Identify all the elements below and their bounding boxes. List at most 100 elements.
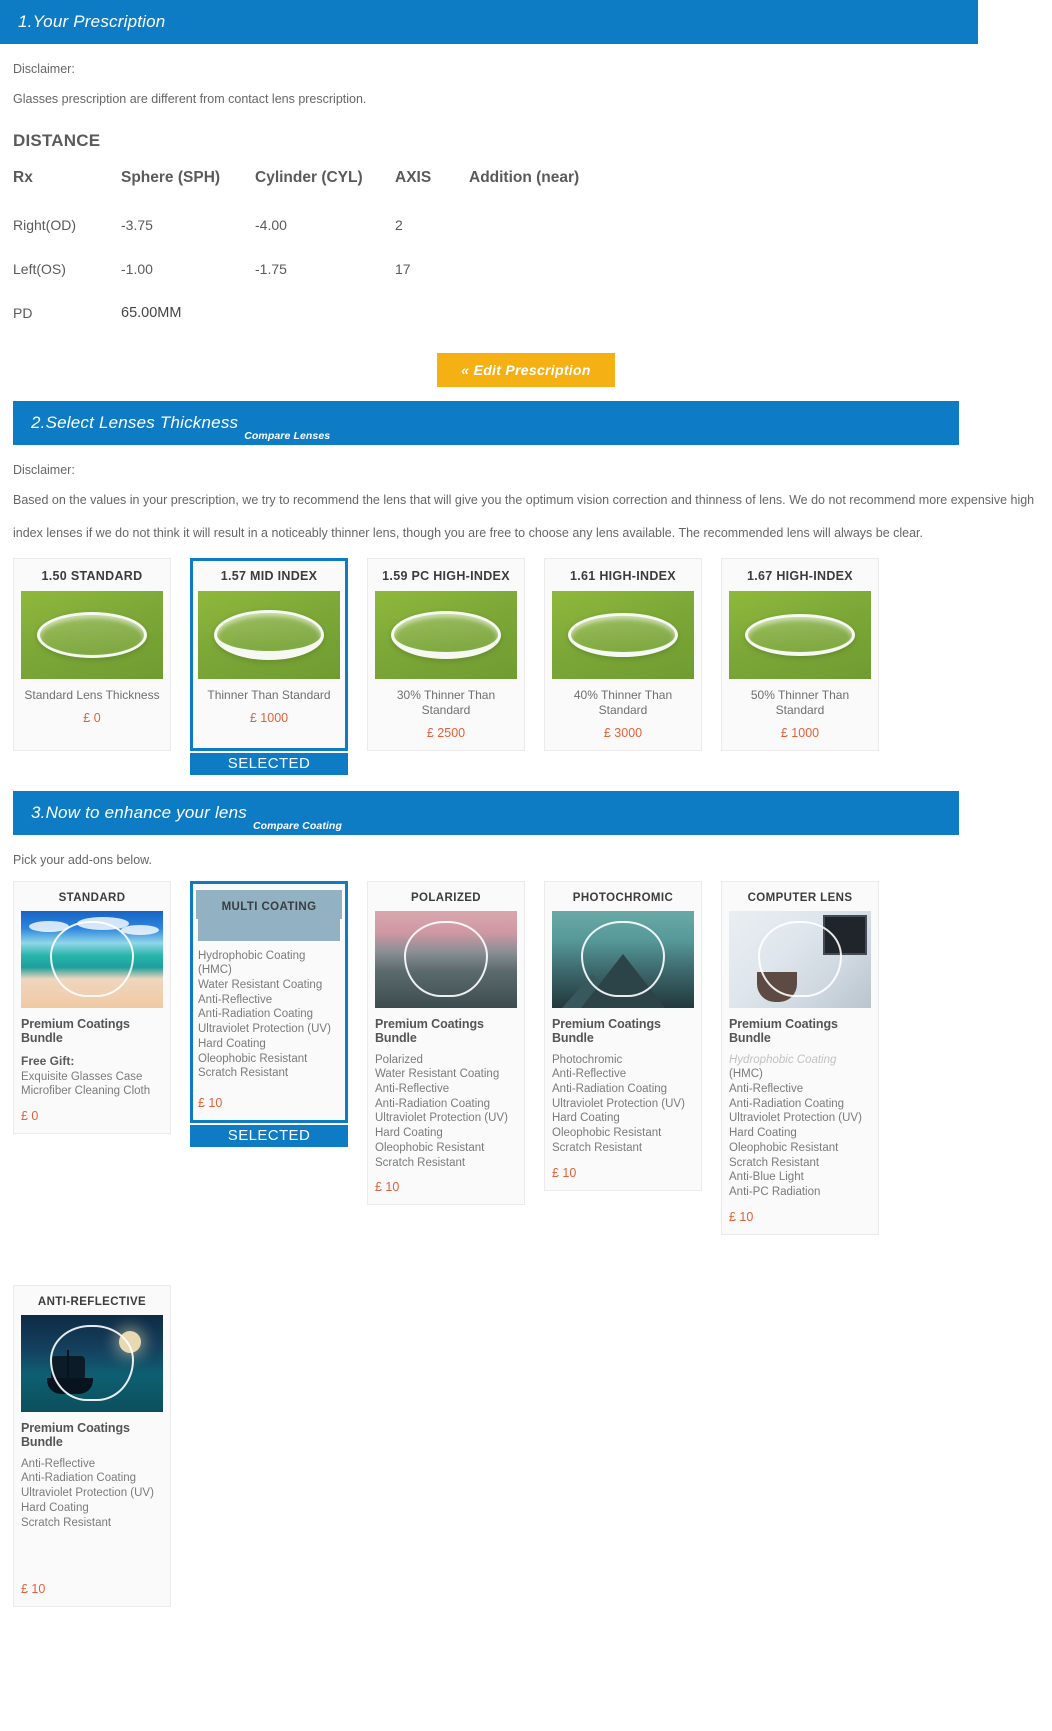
prescription-disclaimer-label: Disclaimer: <box>13 62 75 76</box>
lens-thumbnail-icon <box>21 591 163 680</box>
lens-option-price: £ 0 <box>83 711 101 726</box>
coating-feature-list: Hydrophobic Coating (HMC) Water Resistan… <box>198 949 331 1080</box>
row-left-label: Left(OS) <box>13 260 66 277</box>
coating-feature-list: Anti-Reflective Anti-Radiation Coating U… <box>21 1457 154 1529</box>
coating-gift-items: Exquisite Glasses Case Microfiber Cleani… <box>21 1070 151 1098</box>
coating-option-title: PHOTOCHROMIC <box>572 891 674 904</box>
header-addition: Addition (near) <box>469 168 580 186</box>
lens-option-title: 1.50 STANDARD <box>41 569 143 584</box>
table-header-row: Rx Sphere (SPH) Cylinder (CYL) AXIS Addi… <box>13 169 1039 217</box>
prescription-table: Rx Sphere (SPH) Cylinder (CYL) AXIS Addi… <box>13 169 1039 321</box>
polarized-mountain-lens-icon <box>375 910 517 1008</box>
coating-option-standard[interactable]: STANDARD Premium Coatings Bundle Free Gi… <box>13 880 171 1134</box>
table-row: Left(OS) -1.00 -1.75 17 <box>13 261 1039 305</box>
coating-options-row-1: STANDARD Premium Coatings Bundle Free Gi… <box>13 880 1039 1235</box>
section-2-title: 2.Select Lenses Thickness <box>31 412 239 432</box>
pick-addons-text: Pick your add-ons below. <box>13 852 152 867</box>
coating-option-price: £ 10 <box>198 1095 223 1110</box>
row-left-add <box>469 261 1039 305</box>
lens-option-1-67-high-index[interactable]: 1.67 HIGH-INDEX 50% Thinner Than Standar… <box>721 558 879 751</box>
pd-value: 65.00MM <box>121 304 182 321</box>
coating-feature-list: Photochromic Anti-Reflective Anti-Radiat… <box>552 1053 685 1154</box>
prescription-disclaimer-text: Glasses prescription are different from … <box>13 92 367 106</box>
photochromic-mountain-lens-icon <box>552 910 694 1008</box>
header-rx: Rx <box>13 168 33 186</box>
lens-disclaimer-label: Disclaimer: <box>13 462 75 477</box>
lens-option-1-57-mid-index[interactable]: 1.57 MID INDEX Thinner Than Standard £ 1… <box>190 558 348 775</box>
edit-prescription-button[interactable]: « Edit Prescription <box>437 352 615 387</box>
section-3-body: Pick your add-ons below. STANDARD Premiu… <box>0 853 1052 1607</box>
lens-option-1-50-standard[interactable]: 1.50 STANDARD Standard Lens Thickness £ … <box>13 558 171 751</box>
lens-option-1-59-pc-high-index[interactable]: 1.59 PC HIGH-INDEX 30% Thinner Than Stan… <box>367 558 525 751</box>
lens-thumbnail-icon <box>729 591 871 680</box>
lens-option-1-61-high-index[interactable]: 1.61 HIGH-INDEX 40% Thinner Than Standar… <box>544 558 702 751</box>
lens-option-title: 1.61 HIGH-INDEX <box>570 569 676 584</box>
lens-option-price: £ 1000 <box>249 711 289 726</box>
coating-bundle-label: Premium Coatings Bundle <box>21 1420 130 1449</box>
lens-option-desc: 40% Thinner Than Standard <box>573 688 673 717</box>
coating-option-price: £ 0 <box>21 1108 39 1123</box>
coating-feature-list: Polarized Water Resistant Coating Anti-R… <box>375 1053 508 1169</box>
coating-option-photochromic[interactable]: PHOTOCHROMIC Premium Coatings Bundle Pho… <box>544 880 702 1191</box>
header-cylinder: Cylinder (CYL) <box>255 168 363 186</box>
compare-lenses-link[interactable]: Compare Lenses <box>244 430 330 445</box>
coating-option-title: STANDARD <box>58 891 126 904</box>
coating-bundle-label: Premium Coatings Bundle <box>729 1016 838 1045</box>
coating-selected-badge: SELECTED <box>190 1124 348 1147</box>
coating-bundle-label: Premium Coatings Bundle <box>21 1016 130 1045</box>
distance-heading: DISTANCE <box>13 130 101 150</box>
pd-empty-2 <box>395 305 469 321</box>
lens-option-price: £ 1000 <box>780 725 820 740</box>
row-right-axis: 2 <box>395 216 403 233</box>
coating-feature-list: Hydrophobic Coating (HMC) Anti-Reflectiv… <box>729 1053 871 1200</box>
beach-lens-icon <box>21 910 163 1008</box>
coating-option-polarized[interactable]: POLARIZED Premium Coatings Bundle Polari… <box>367 880 525 1206</box>
multi-coating-swatch-icon <box>198 918 340 941</box>
night-ship-lens-icon <box>21 1314 163 1412</box>
section-1-body: Disclaimer: Glasses prescription are dif… <box>0 62 1052 401</box>
section-3-header: 3.Now to enhance your lens Compare Coati… <box>13 790 959 835</box>
lens-option-desc: 30% Thinner Than Standard <box>396 688 496 717</box>
lens-thickness-options: 1.50 STANDARD Standard Lens Thickness £ … <box>13 558 1039 775</box>
row-right-cyl: -4.00 <box>255 216 287 233</box>
pd-empty-3 <box>469 305 1039 321</box>
section-2-body: Disclaimer: Based on the values in your … <box>0 462 1052 775</box>
table-row: Right(OD) -3.75 -4.00 2 <box>13 217 1039 261</box>
coating-option-price: £ 10 <box>21 1581 46 1596</box>
lens-selected-badge: SELECTED <box>190 752 348 775</box>
coating-option-price: £ 10 <box>375 1180 400 1195</box>
lens-option-price: £ 2500 <box>426 725 466 740</box>
lens-thumbnail-icon <box>552 591 694 680</box>
coating-option-title: POLARIZED <box>410 891 482 904</box>
pd-label: PD <box>13 304 33 321</box>
coating-feature-faded: Hydrophobic Coating <box>729 1053 837 1066</box>
coating-options-row-2: ANTI-REFLECTIVE Premium Coatings Bundle … <box>13 1284 1039 1607</box>
row-right-label: Right(OD) <box>13 216 77 233</box>
table-row-pd: PD 65.00MM <box>13 305 1039 321</box>
section-3-title: 3.Now to enhance your lens <box>31 802 247 822</box>
coating-option-anti-reflective[interactable]: ANTI-REFLECTIVE Premium Coatings Bundle … <box>13 1284 171 1607</box>
computer-desk-lens-icon <box>729 910 871 1008</box>
lens-option-title: 1.59 PC HIGH-INDEX <box>382 569 510 584</box>
coating-option-title: MULTI COATING <box>196 889 342 919</box>
row-left-axis: 17 <box>395 260 411 277</box>
coating-feature-rest: (HMC) Anti-Reflective Anti-Radiation Coa… <box>729 1068 862 1198</box>
header-sphere: Sphere (SPH) <box>121 168 221 186</box>
lens-option-title: 1.57 MID INDEX <box>220 569 318 584</box>
lens-option-title: 1.67 HIGH-INDEX <box>747 569 853 584</box>
lens-thumbnail-icon <box>198 591 340 680</box>
coating-option-title: ANTI-REFLECTIVE <box>37 1295 147 1308</box>
coating-bundle-label: Premium Coatings Bundle <box>552 1016 661 1045</box>
coating-option-computer-lens[interactable]: COMPUTER LENS Premium Coatings Bundle Hy… <box>721 880 879 1235</box>
row-left-cyl: -1.75 <box>255 260 287 277</box>
header-axis: AXIS <box>395 168 432 186</box>
coating-option-price: £ 10 <box>729 1209 754 1224</box>
section-1-title: 1.Your Prescription <box>18 12 166 31</box>
lens-option-desc: 50% Thinner Than Standard <box>750 688 850 717</box>
row-right-sph: -3.75 <box>121 216 153 233</box>
lens-option-desc: Standard Lens Thickness <box>24 688 160 703</box>
coating-option-multi-coating[interactable]: MULTI COATING Hydrophobic Coating (HMC) … <box>190 880 348 1147</box>
compare-coating-link[interactable]: Compare Coating <box>253 820 342 835</box>
lens-disclaimer-line-1: Based on the values in your prescription… <box>13 492 1035 507</box>
row-left-sph: -1.00 <box>121 260 153 277</box>
